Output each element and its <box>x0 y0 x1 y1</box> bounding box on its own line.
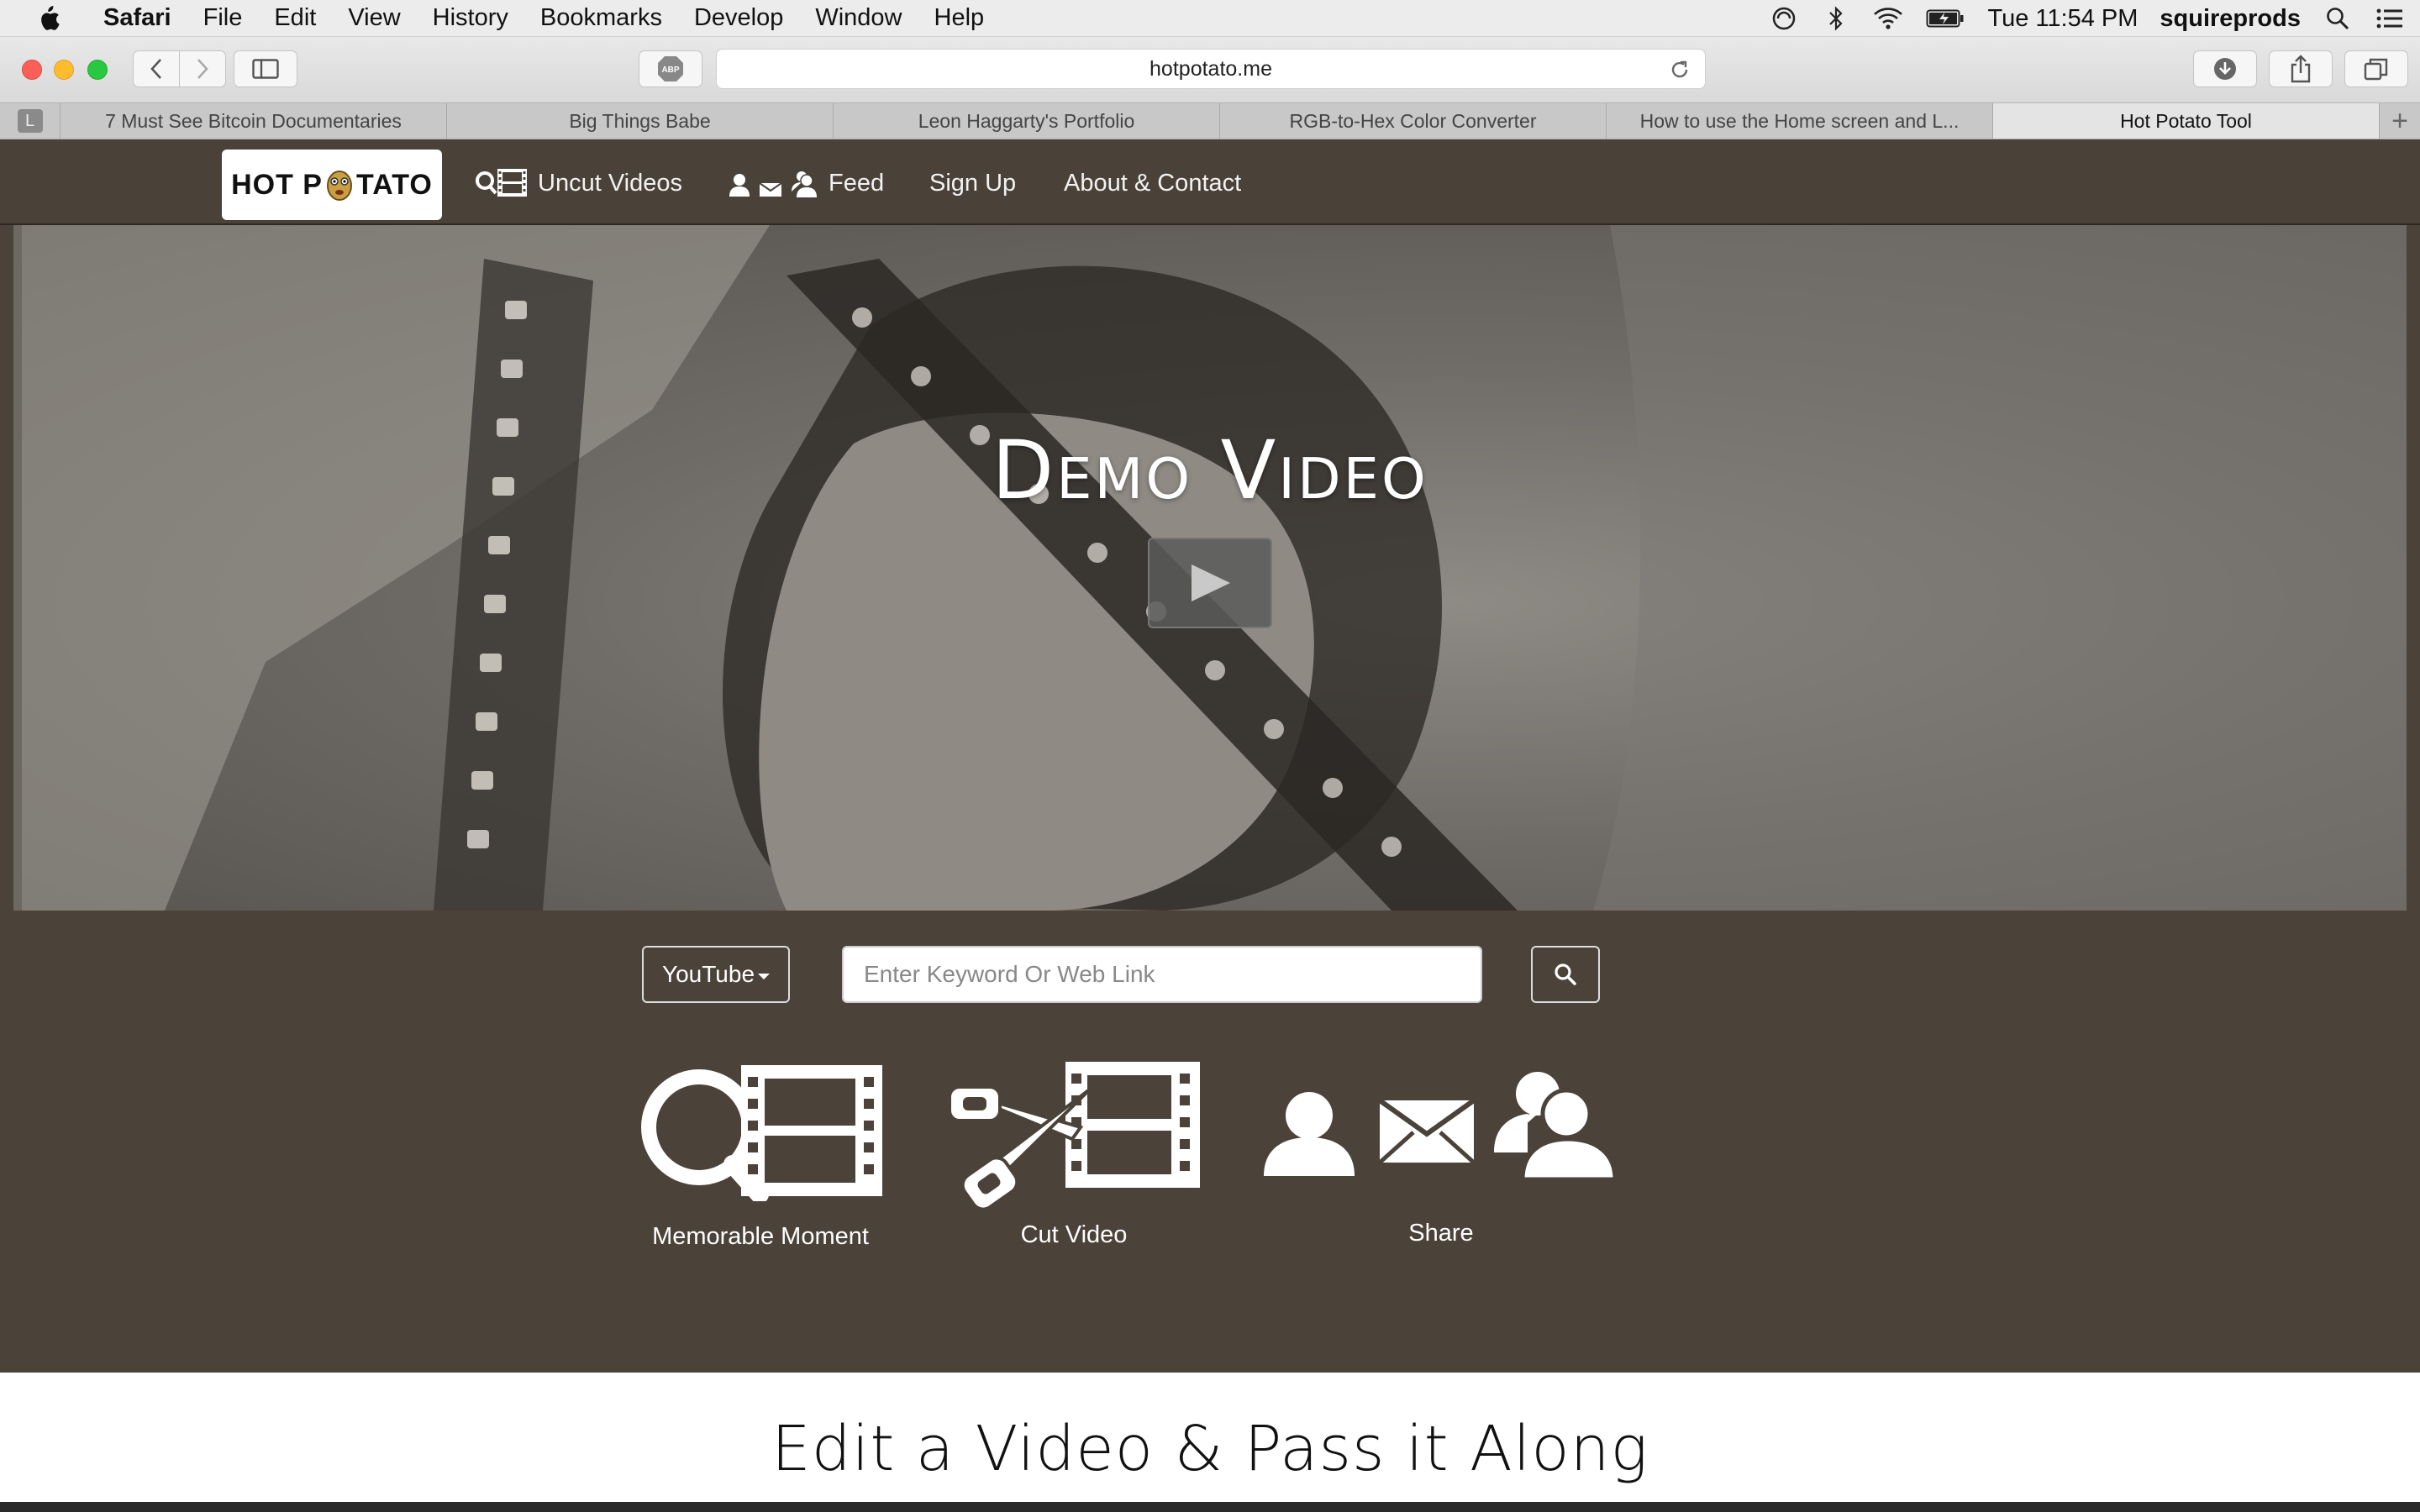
menu-develop[interactable]: Develop <box>678 4 799 32</box>
download-icon <box>2214 58 2236 80</box>
logo-text-left: HOT P <box>231 168 323 201</box>
window-fullscreen-button[interactable] <box>87 60 108 80</box>
window-close-button[interactable] <box>22 60 42 80</box>
show-all-tabs-button[interactable] <box>2344 50 2408 87</box>
tagline-heading: Edit a Video & Pass it Along <box>771 1413 1649 1485</box>
new-tab-button[interactable]: + <box>2380 103 2420 139</box>
reload-icon[interactable] <box>1668 58 1691 81</box>
menu-view[interactable]: View <box>332 4 416 32</box>
site-navbar: HOT P TATO Uncut Videos Feed Sign Up Abo… <box>0 139 2420 225</box>
nav-feed[interactable]: Feed <box>728 165 884 202</box>
menu-user-name[interactable]: squireprods <box>2160 5 2301 33</box>
hero-title: Demo Video <box>992 423 1428 517</box>
feature-cut-video[interactable]: Cut Video <box>948 1058 1200 1253</box>
feature-memorable-moment-label: Memorable Moment <box>652 1223 869 1250</box>
downloads-button[interactable] <box>2193 50 2257 87</box>
nav-about-contact[interactable]: About & Contact <box>1064 165 1241 202</box>
address-bar-url: hotpotato.me <box>1150 56 1272 81</box>
hot-potato-logo[interactable]: HOT P TATO <box>222 150 442 220</box>
tab-home-screen[interactable]: How to use the Home screen and L... <box>1607 103 1993 139</box>
battery-icon[interactable] <box>1925 5 1965 32</box>
wifi-icon[interactable] <box>1873 5 1903 32</box>
adblock-button[interactable]: ABP <box>639 50 702 87</box>
do-not-disturb-icon[interactable] <box>1769 5 1799 32</box>
window-minimize-button[interactable] <box>54 60 74 80</box>
search-icon <box>1555 963 1576 985</box>
nav-uncut-videos-label: Uncut Videos <box>538 169 682 197</box>
macos-menu-bar: Safari File Edit View History Bookmarks … <box>0 0 2420 37</box>
video-source-dropdown[interactable]: YouTube <box>642 946 790 1003</box>
tab-bitcoin-documentaries[interactable]: 7 Must See Bitcoin Documentaries <box>60 103 447 139</box>
bluetooth-icon[interactable] <box>1821 5 1851 32</box>
notification-center-icon[interactable] <box>2375 5 2405 32</box>
play-button[interactable] <box>1148 538 1272 628</box>
feature-share[interactable]: Share <box>1260 1060 1622 1253</box>
apple-icon[interactable] <box>32 4 64 33</box>
window-bottom-edge <box>0 1502 2420 1512</box>
share-icon <box>2291 55 2311 83</box>
menu-edit[interactable]: Edit <box>258 4 332 32</box>
sidebar-icon <box>252 59 279 79</box>
video-source-value: YouTube <box>661 961 755 987</box>
nav-uncut-videos[interactable]: Uncut Videos <box>474 165 682 202</box>
keyword-or-link-input[interactable] <box>842 946 1482 1003</box>
share-people-icon <box>729 171 817 197</box>
sidebar-toggle-button[interactable] <box>234 50 297 87</box>
spotlight-search-icon[interactable] <box>2323 5 2353 32</box>
share-button[interactable] <box>2269 50 2333 87</box>
menu-history[interactable]: History <box>417 4 524 32</box>
share-people-icon <box>1264 1072 1618 1182</box>
menu-help[interactable]: Help <box>918 4 1001 32</box>
safari-toolbar: ABP hotpotato.me <box>0 37 2420 102</box>
magnifier-film-icon <box>641 1065 882 1201</box>
nav-sign-up[interactable]: Sign Up <box>929 165 1016 202</box>
back-button[interactable] <box>133 50 180 87</box>
chevron-left-icon <box>150 59 161 79</box>
potato-logo-icon <box>327 171 352 201</box>
hero-demo-video[interactable]: Demo Video <box>13 225 2407 911</box>
logo-text-right: TATO <box>356 168 433 201</box>
svg-text:ABP: ABP <box>661 66 679 75</box>
tab-bar: L 7 Must See Bitcoin Documentaries Big T… <box>0 102 2420 139</box>
scissors-film-icon <box>948 1062 1200 1211</box>
address-bar[interactable]: hotpotato.me <box>716 49 1706 89</box>
tab-big-things-babe[interactable]: Big Things Babe <box>447 103 834 139</box>
menu-window[interactable]: Window <box>799 4 918 32</box>
tab-hot-potato-tool[interactable]: Hot Potato Tool <box>1993 103 2380 139</box>
pinned-tab-icon: L <box>17 109 43 133</box>
tab-leon-haggarty-portfolio[interactable]: Leon Haggarty's Portfolio <box>834 103 1220 139</box>
tabs-overview-icon <box>2364 58 2388 81</box>
tab-rgb-to-hex[interactable]: RGB-to-Hex Color Converter <box>1220 103 1607 139</box>
menu-bookmarks[interactable]: Bookmarks <box>524 4 678 32</box>
feature-memorable-moment[interactable]: Memorable Moment <box>639 1060 882 1253</box>
tagline-section: Edit a Video & Pass it Along <box>0 1373 2420 1512</box>
search-button[interactable] <box>1531 946 1600 1003</box>
menu-file[interactable]: File <box>187 4 259 32</box>
magnifier-film-icon <box>476 169 527 197</box>
caret-down-icon <box>758 973 771 979</box>
pinned-tab[interactable]: L <box>0 103 60 139</box>
chevron-right-icon <box>197 59 208 79</box>
nav-feed-label: Feed <box>829 169 885 197</box>
feature-share-label: Share <box>1408 1220 1474 1247</box>
forward-button[interactable] <box>179 50 226 87</box>
feature-cut-video-label: Cut Video <box>1020 1221 1128 1248</box>
adblock-plus-icon: ABP <box>658 56 683 81</box>
menu-clock[interactable]: Tue 11:54 PM <box>1987 5 2138 33</box>
menu-app-safari[interactable]: Safari <box>87 4 187 32</box>
play-icon <box>1192 564 1230 601</box>
